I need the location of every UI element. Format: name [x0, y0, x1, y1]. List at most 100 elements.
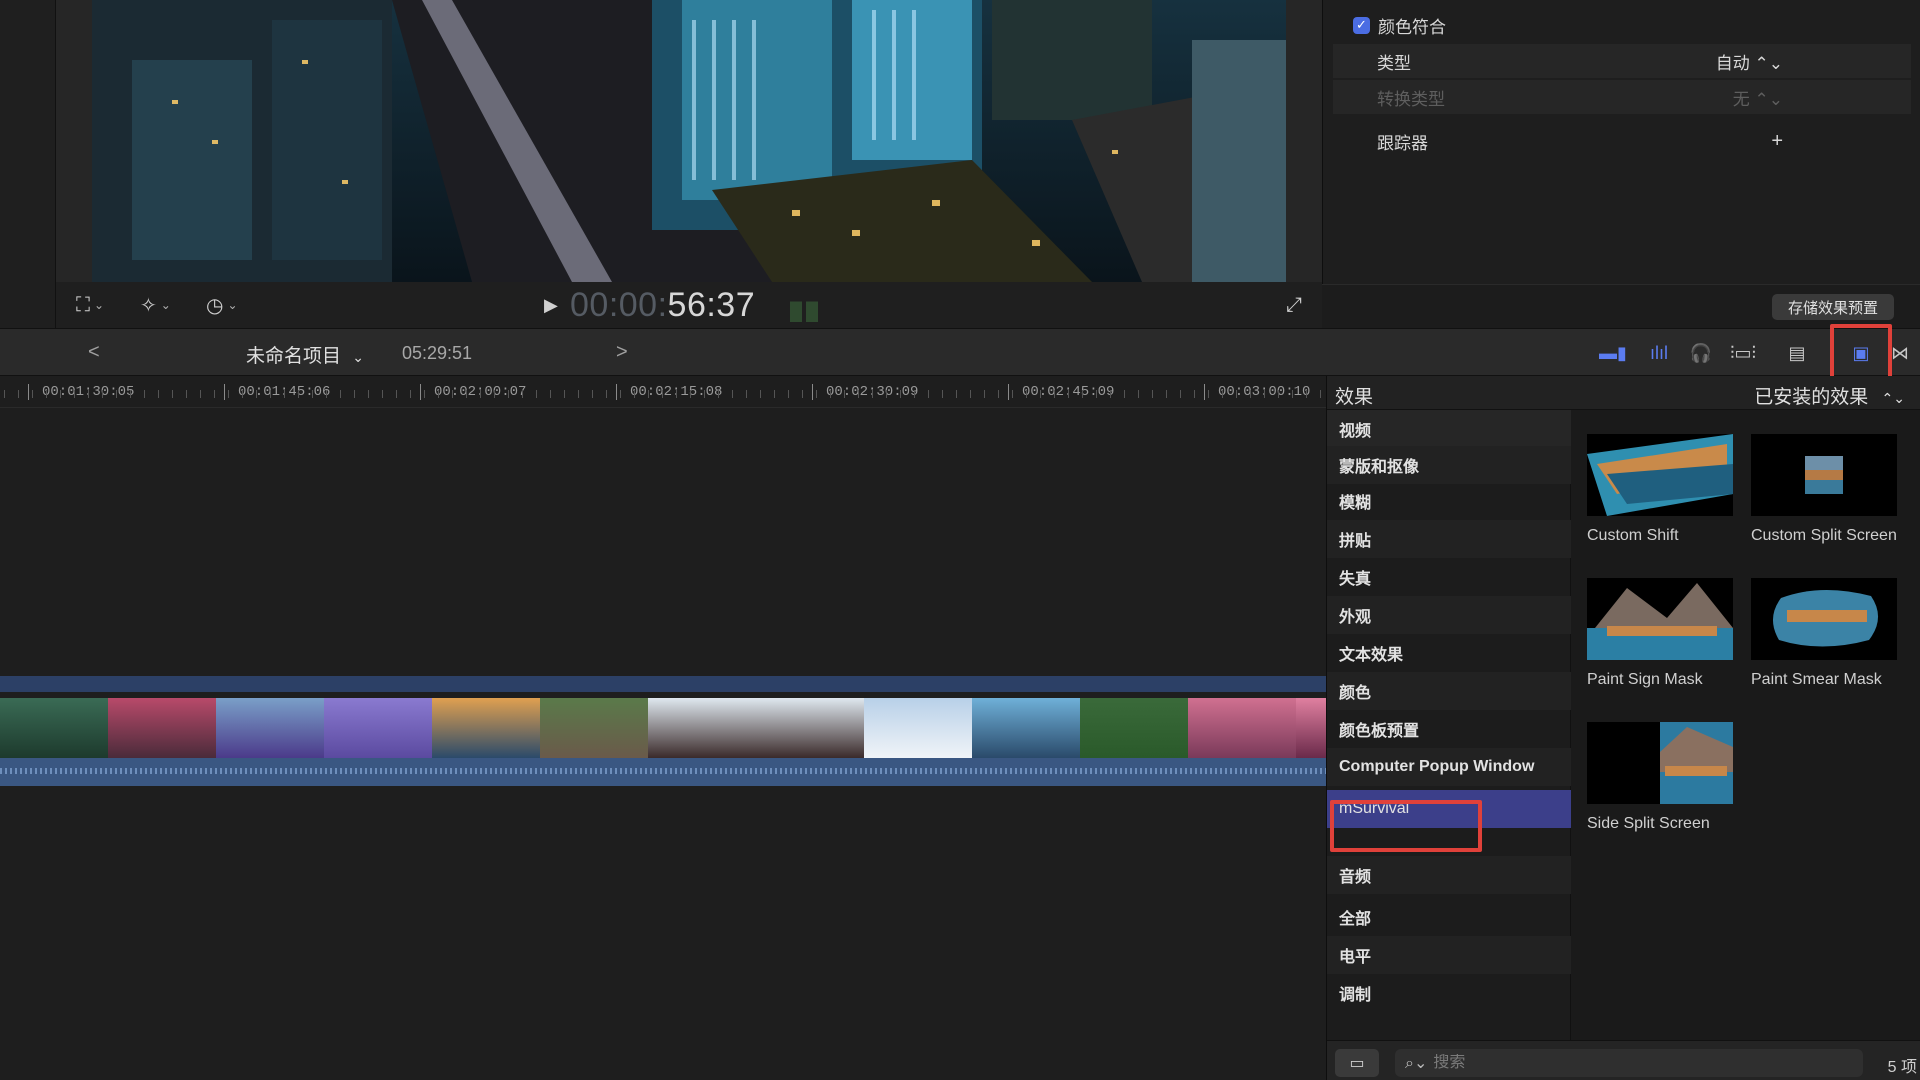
category-stylize[interactable]: 外观 — [1327, 596, 1571, 634]
timeline-ruler[interactable]: 00:01:30:0500:01:45:0600:02:00:0700:02:1… — [0, 376, 1326, 408]
category-all[interactable]: 全部 — [1327, 898, 1571, 936]
audio-meter — [790, 288, 820, 322]
ruler-major-tick — [420, 384, 421, 400]
snapping-button[interactable]: ⫶▭⫶ — [1728, 339, 1758, 367]
audio-waveform-button[interactable]: ılıl — [1644, 339, 1674, 367]
audio-skimming-button[interactable]: 🎧 — [1686, 339, 1716, 367]
category-color-board-presets[interactable]: 颜色板预置 — [1327, 710, 1571, 748]
ruler-minor-tick — [144, 390, 145, 398]
effect-thumbnail — [1587, 722, 1733, 804]
effect-paint-sign-mask[interactable]: Paint Sign Mask — [1587, 578, 1733, 689]
ruler-minor-tick — [4, 390, 5, 398]
ruler-minor-tick — [312, 390, 313, 398]
ruler-minor-tick — [270, 390, 271, 398]
type-label: 类型 — [1377, 53, 1411, 73]
chevron-down-icon: ⌄ — [94, 298, 105, 312]
search-icon: ⌕⌄ — [1405, 1055, 1428, 1072]
clip-appearance-button[interactable]: ▬▮ — [1598, 339, 1628, 367]
category-video[interactable]: 视频 — [1327, 410, 1571, 448]
effect-thumbnail — [1751, 578, 1897, 660]
video-clip[interactable] — [0, 698, 1326, 758]
ruler-minor-tick — [88, 390, 89, 398]
retime-tool-button[interactable]: ◷ ⌄ — [206, 292, 238, 318]
save-effects-preset-button[interactable]: 存储效果预置 — [1772, 294, 1894, 320]
ruler-minor-tick — [578, 390, 579, 398]
effects-button-highlight-box — [1830, 324, 1892, 380]
clip-thumbnail — [324, 698, 432, 758]
ruler-minor-tick — [718, 390, 719, 398]
category-modulation[interactable]: 调制 — [1327, 974, 1571, 1012]
effects-browser: 效果 已安装的效果 ⌃⌄ 视频 蒙版和抠像 模糊 拼贴 失真 外观 文本效果 颜色 颜色板预置 C… — [1326, 376, 1920, 1080]
category-color[interactable]: 颜色 — [1327, 672, 1571, 710]
ruler-minor-tick — [340, 390, 341, 398]
category-tiling[interactable]: 拼贴 — [1327, 520, 1571, 558]
timecode-display: 00:00: 56:37 — [570, 286, 755, 324]
filmstrip-icon: ▤ — [1788, 342, 1806, 363]
effect-custom-split-screen[interactable]: Custom Split Screen — [1751, 434, 1897, 545]
viewer-toolbar: ⛶ ⌄ ✧ ⌄ ◷ ⌄ ▶ 00:00: 56:37 ⤢ — [56, 282, 1322, 328]
back-button[interactable]: < — [88, 341, 100, 364]
category-masks-keying[interactable]: 蒙版和抠像 — [1327, 446, 1571, 484]
category-levels[interactable]: 电平 — [1327, 936, 1571, 974]
effect-side-split-screen[interactable]: Side Split Screen — [1587, 722, 1733, 833]
category-text-effects[interactable]: 文本效果 — [1327, 634, 1571, 672]
transform-type-label: 转换类型 — [1377, 89, 1445, 109]
ruler-minor-tick — [396, 390, 397, 398]
installed-effects-popup[interactable]: 已安装的效果 ⌃⌄ — [1754, 382, 1905, 409]
video-frame[interactable] — [92, 0, 1286, 282]
effect-name: Custom Split Screen — [1751, 527, 1897, 544]
clip-thumbnail — [0, 698, 108, 758]
search-input[interactable] — [1433, 1054, 1814, 1072]
color-conform-checkbox[interactable]: ✓ — [1353, 16, 1370, 34]
ruler-minor-tick — [1068, 390, 1069, 398]
ruler-minor-tick — [1054, 390, 1055, 398]
effect-custom-shift[interactable]: Custom Shift — [1587, 434, 1733, 545]
category-blur[interactable]: 模糊 — [1327, 482, 1571, 520]
play-button[interactable]: ▶ — [544, 295, 562, 315]
ruler-major-tick — [224, 384, 225, 400]
city-night-image — [92, 0, 1286, 282]
category-audio[interactable]: 音频 — [1327, 856, 1571, 894]
snapping-icon: ⫶▭⫶ — [1729, 342, 1756, 363]
ruler-major-tick — [1008, 384, 1009, 400]
timeline-toolbar: < 未命名项目 ⌄ 05:29:51 > ▬▮ ılıl 🎧 ⫶▭⫶ ▤ ▣ ⋈ — [0, 328, 1920, 376]
ruler-minor-tick — [760, 390, 761, 398]
project-name-menu[interactable]: 未命名项目 ⌄ — [246, 341, 364, 368]
transform-tool-button[interactable]: ⛶ ⌄ — [76, 292, 104, 318]
ruler-minor-tick — [452, 390, 453, 398]
category-distortion[interactable]: 失真 — [1327, 558, 1571, 596]
effect-paint-smear-mask[interactable]: Paint Smear Mask — [1751, 578, 1897, 689]
msurvival-highlight-box — [1330, 800, 1482, 852]
updown-icon: ⌃⌄ — [1881, 390, 1905, 406]
enhance-tool-button[interactable]: ✧ ⌄ — [140, 292, 171, 318]
toggle-sidebar-button[interactable]: ▭ — [1335, 1049, 1379, 1077]
forward-button[interactable]: > — [616, 341, 628, 364]
ruler-minor-tick — [592, 390, 593, 398]
clip-thumbnail — [1188, 698, 1296, 758]
chevron-down-icon: ⌄ — [160, 298, 171, 312]
fullscreen-button[interactable]: ⤢ — [1286, 294, 1302, 317]
clip-thumbnail — [432, 698, 540, 758]
ruler-major-tick — [616, 384, 617, 400]
add-tracker-button[interactable]: + — [1771, 130, 1783, 153]
ruler-minor-tick — [200, 390, 201, 398]
waveform-line — [0, 768, 1326, 774]
ruler-minor-tick — [802, 390, 803, 398]
effects-title: 效果 — [1335, 387, 1374, 408]
ruler-minor-tick — [914, 390, 915, 398]
tracker-row: 跟踪器 + — [1333, 124, 1911, 158]
transitions-icon: ⋈ — [1891, 342, 1909, 363]
type-row: 类型 自动 ⌃⌄ — [1333, 44, 1911, 78]
type-popup[interactable]: 自动 ⌃⌄ — [1716, 49, 1783, 74]
timeline[interactable]: 00:01:30:0500:01:45:0600:02:00:0700:02:1… — [0, 376, 1326, 1080]
ruler-minor-tick — [368, 390, 369, 398]
category-computer-popup-window[interactable]: Computer Popup Window — [1327, 748, 1571, 786]
clip-browser-button[interactable]: ▤ — [1782, 339, 1812, 367]
effect-name: Custom Shift — [1587, 527, 1679, 544]
color-conform-row: ✓ 颜色符合 — [1333, 8, 1911, 42]
project-name: 未命名项目 — [246, 346, 342, 367]
ruler-minor-tick — [564, 390, 565, 398]
ruler-minor-tick — [1040, 390, 1041, 398]
ruler-minor-tick — [774, 390, 775, 398]
ruler-minor-tick — [1292, 390, 1293, 398]
